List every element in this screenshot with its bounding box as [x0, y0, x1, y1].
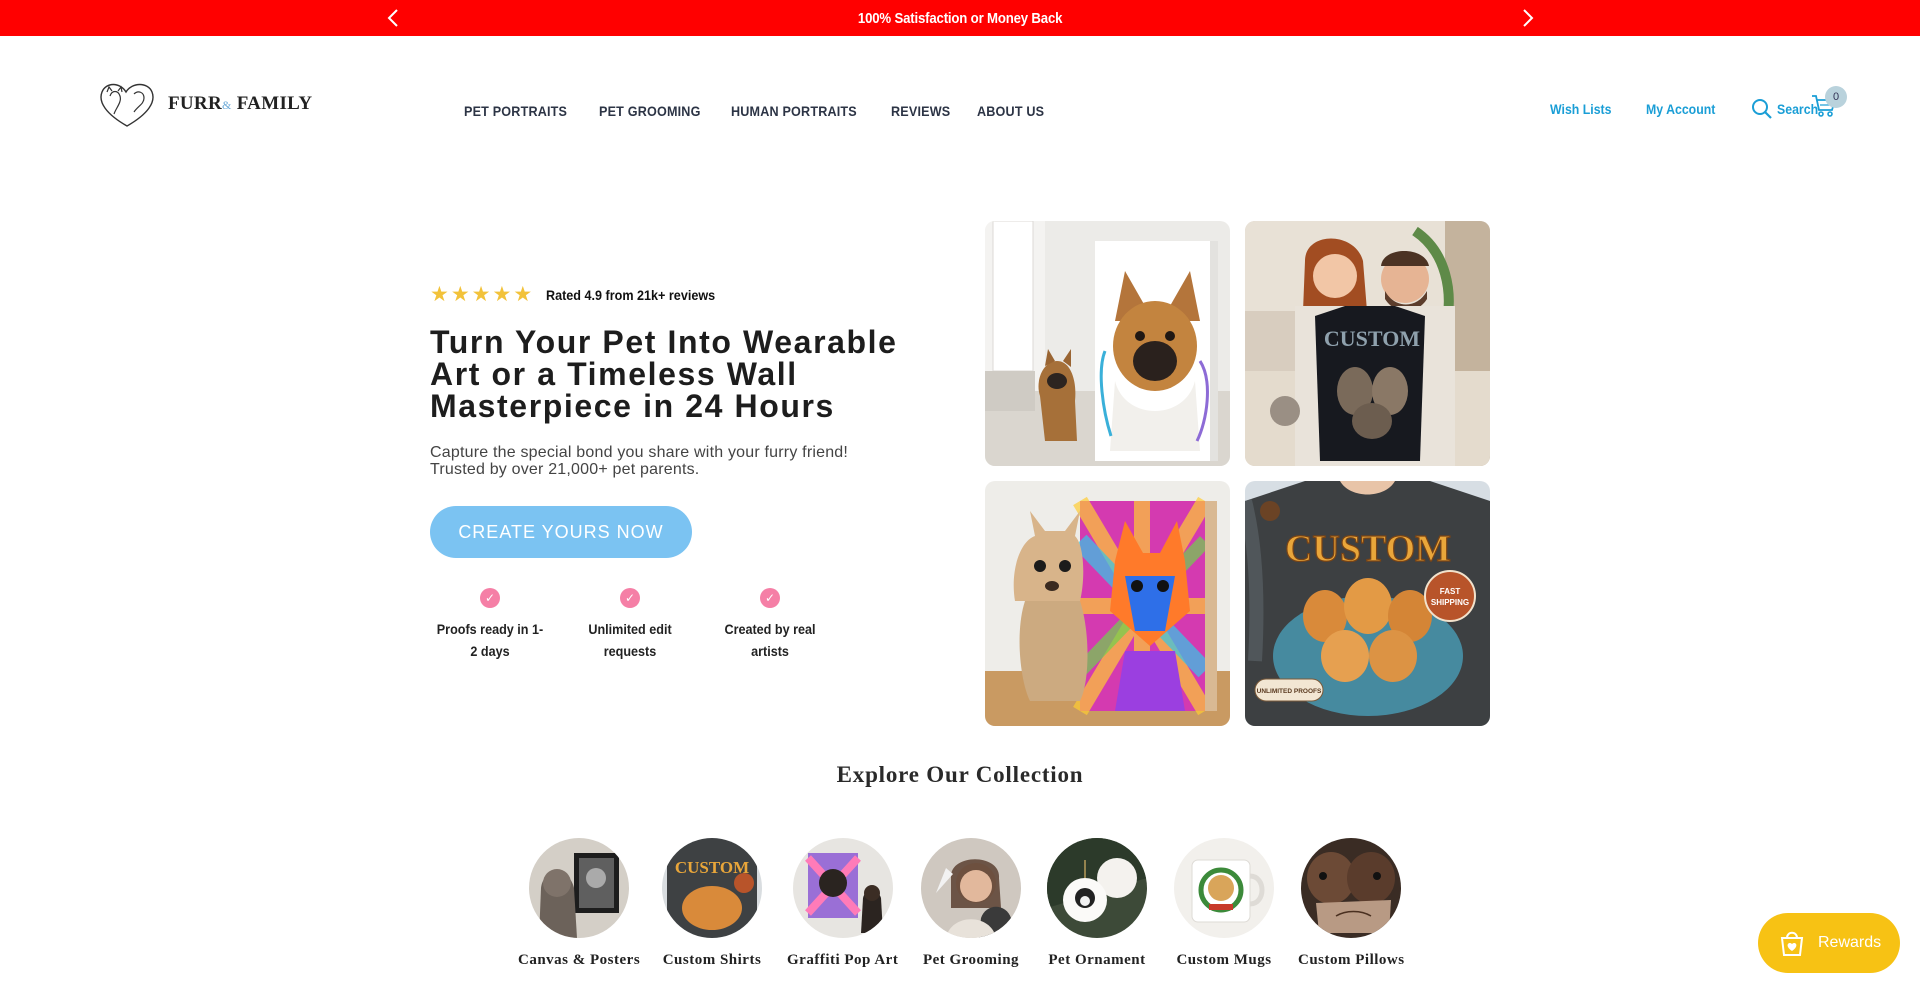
french-bulldog-canvas-image: [985, 221, 1230, 466]
collection-pet-grooming[interactable]: Pet Grooming: [921, 838, 1021, 969]
custom-pillows-thumbnail: [1301, 838, 1402, 938]
shopping-bag-heart-icon: [1780, 931, 1804, 956]
main-nav: PET PORTRAITS PET GROOMING HUMAN PORTRAI…: [464, 103, 1052, 119]
collection-label: Pet Ornament: [1048, 952, 1146, 968]
shirt-custom-text: CUSTOM: [1285, 528, 1451, 570]
collection-label: Custom Shirts: [662, 952, 762, 968]
checkmark-icon: ✓: [480, 588, 500, 608]
nav-pet-portraits[interactable]: PET PORTRAITS: [464, 103, 567, 119]
star-icon: ★: [450, 283, 470, 306]
collection-label: Pet Grooming: [922, 952, 1020, 968]
chevron-left-icon[interactable]: [383, 7, 405, 29]
collection-canvas-posters[interactable]: Canvas & Posters: [518, 838, 640, 969]
header-actions: Wish Lists My Account Search: [1550, 98, 1823, 120]
feature-item: ✓ Proofs ready in 1-2 days: [430, 588, 550, 662]
shirt-custom-text: CUSTOM: [1324, 326, 1420, 351]
feature-item: ✓ Unlimited edit requests: [570, 588, 690, 662]
pet-heart-logo-icon: [100, 83, 154, 127]
golden-retriever-shirt-image: CUSTOM FAST SHIPPING UNLIMITED PROOFS: [1245, 481, 1490, 726]
search-icon: [1751, 99, 1772, 119]
collection-custom-shirts[interactable]: CUSTOM Custom Shirts: [662, 838, 762, 969]
custom-mugs-thumbnail: [1174, 838, 1274, 938]
nav-human-portraits[interactable]: HUMAN PORTRAITS: [731, 103, 857, 119]
checkmark-icon: ✓: [760, 588, 780, 608]
svg-text:SHIPPING: SHIPPING: [1431, 598, 1469, 607]
site-logo[interactable]: FURR& FAMILY: [96, 78, 312, 130]
nav-pet-grooming[interactable]: PET GROOMING: [599, 103, 701, 119]
nav-about-us[interactable]: ABOUT US: [977, 103, 1044, 119]
collection-graffiti-pop-art[interactable]: Graffiti Pop Art: [787, 838, 898, 969]
announcement-bar: 100% Satisfaction or Money Back: [0, 0, 1920, 36]
cart-button[interactable]: 0: [1811, 86, 1847, 123]
logo-wordmark: FURR& FAMILY: [168, 93, 312, 115]
feature-item: ✓ Created by real artists: [710, 588, 830, 662]
star-icon: ★: [471, 283, 491, 306]
rating-row: ★ ★ ★ ★ ★ Rated 4.9 from 21k+ reviews: [430, 284, 930, 306]
feature-list: ✓ Proofs ready in 1-2 days ✓ Unlimited e…: [430, 588, 930, 662]
svg-text:CUSTOM: CUSTOM: [675, 858, 749, 877]
announcement-text: 100% Satisfaction or Money Back: [857, 9, 1063, 27]
hero-content: ★ ★ ★ ★ ★ Rated 4.9 from 21k+ reviews Tu…: [430, 284, 930, 662]
canvas-posters-thumbnail: [529, 838, 630, 938]
logo-ampersand: &: [221, 98, 232, 112]
star-icon: ★: [513, 283, 533, 306]
collection-custom-mugs[interactable]: Custom Mugs: [1174, 838, 1274, 969]
chevron-right-icon[interactable]: [1516, 7, 1538, 29]
hero-image-grid: CUSTOM CUSTOM FAST SHIPPING UNLIMITED PR…: [985, 221, 1490, 726]
pet-ornament-thumbnail: [1047, 838, 1147, 938]
checkmark-icon: ✓: [620, 588, 640, 608]
pet-grooming-thumbnail: [921, 838, 1021, 938]
wish-lists-link[interactable]: Wish Lists: [1550, 101, 1612, 117]
collection-label: Custom Pillows: [1298, 952, 1405, 968]
couple-custom-shirt-image: CUSTOM: [1245, 221, 1490, 466]
collection-title: Explore Our Collection: [836, 762, 1084, 787]
custom-shirts-thumbnail: CUSTOM: [662, 838, 762, 938]
hero-subtitle: Capture the special bond you share with …: [430, 444, 849, 478]
logo-text-right: FAMILY: [236, 93, 313, 114]
collection-label: Canvas & Posters: [518, 952, 641, 968]
collection-label: Graffiti Pop Art: [787, 952, 899, 968]
my-account-link[interactable]: My Account: [1646, 101, 1715, 117]
hero-title: Turn Your Pet Into Wearable Art or a Tim…: [430, 324, 898, 424]
star-icon: ★: [430, 283, 449, 306]
rewards-label: Rewards: [1818, 934, 1882, 951]
feature-label: Created by real artists: [724, 621, 816, 659]
site-header: FURR& FAMILY PET PORTRAITS PET GROOMING …: [0, 36, 1920, 176]
star-icon: ★: [492, 283, 512, 306]
nav-reviews[interactable]: REVIEWS: [891, 103, 950, 119]
unlimited-proofs-badge: UNLIMITED PROOFS: [1257, 688, 1322, 695]
collection-custom-pillows[interactable]: Custom Pillows: [1298, 838, 1405, 969]
feature-label: Unlimited edit requests: [588, 621, 672, 659]
chihuahua-pop-art-image: [985, 481, 1230, 726]
collection-label: Custom Mugs: [1176, 952, 1272, 968]
cart-count-badge: 0: [1825, 86, 1847, 108]
collection-pet-ornament[interactable]: Pet Ornament: [1047, 838, 1147, 969]
graffiti-pop-art-thumbnail: [792, 838, 893, 938]
rating-text: Rated 4.9 from 21k+ reviews: [546, 287, 716, 303]
create-yours-now-button[interactable]: CREATE YOURS NOW: [430, 506, 692, 558]
feature-label: Proofs ready in 1-2 days: [436, 621, 544, 659]
svg-text:FAST: FAST: [1440, 587, 1461, 596]
rewards-button[interactable]: Rewards: [1758, 913, 1900, 973]
logo-text-left: FURR: [168, 93, 222, 114]
